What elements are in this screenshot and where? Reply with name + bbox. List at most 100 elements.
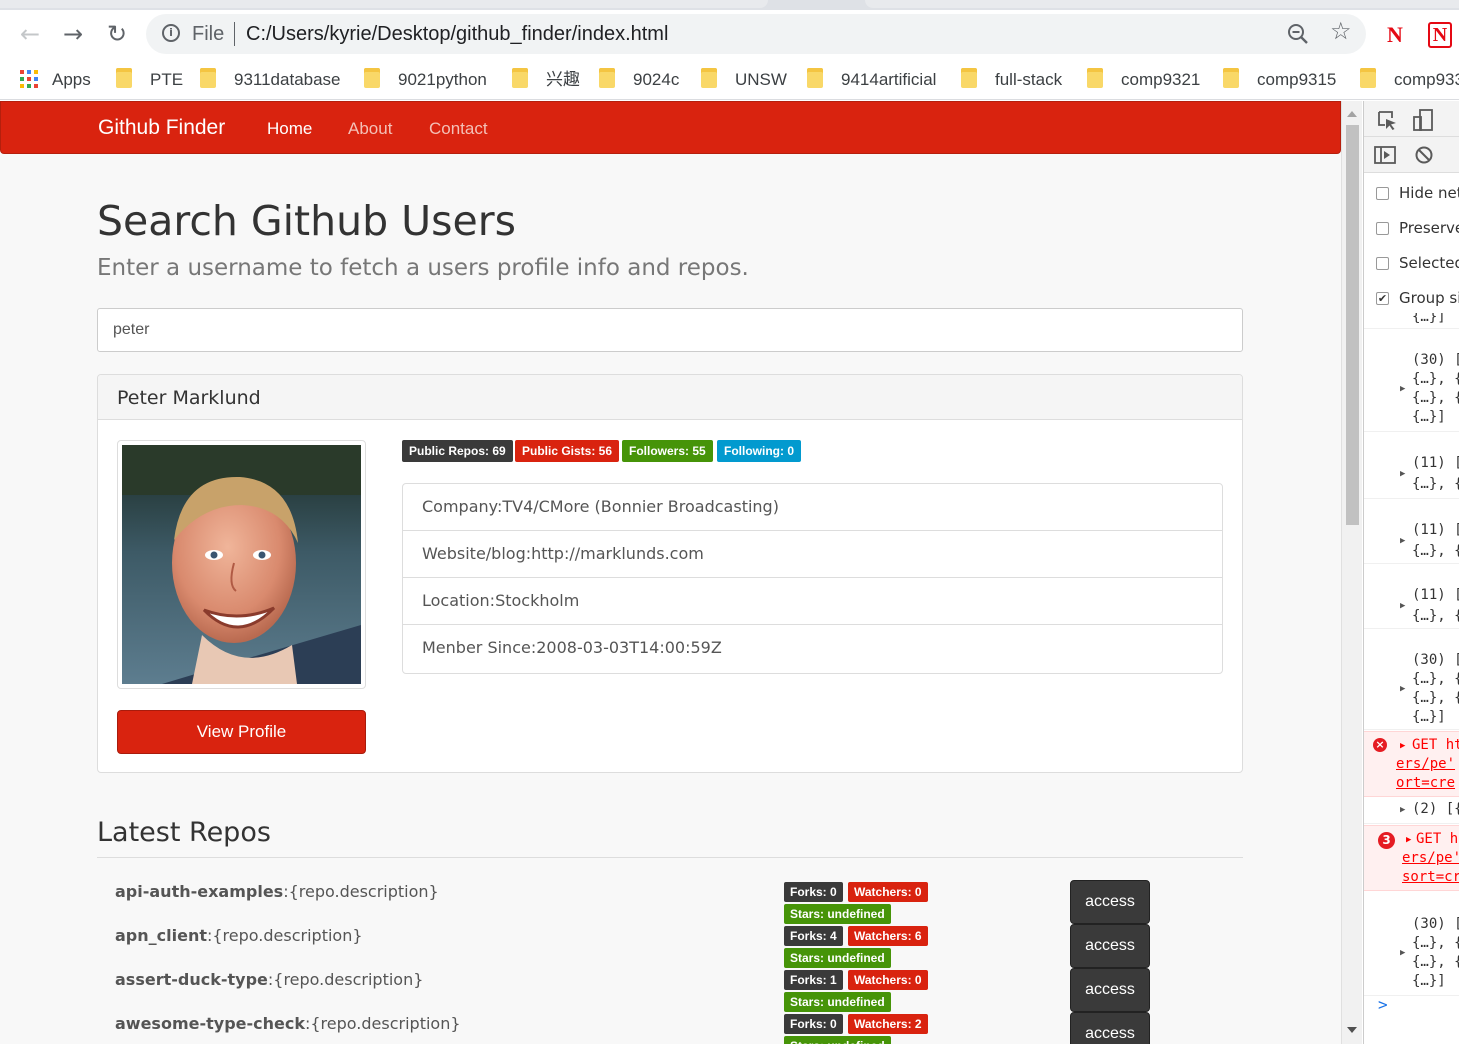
access-button[interactable]: access (1070, 1012, 1150, 1044)
scroll-up-arrow-icon[interactable] (1347, 111, 1357, 117)
log-text: GET ht (1412, 737, 1459, 753)
avatar (122, 445, 361, 684)
group-similar-option[interactable]: ✔ Group si (1364, 282, 1459, 317)
devtools-toolbar (1364, 101, 1459, 137)
followers-badge: Followers: 55 (622, 440, 713, 462)
bookmark-label: PTE (150, 70, 184, 89)
folder-icon (701, 68, 717, 88)
url-text[interactable]: C:/Users/kyrie/Desktop/github_finder/ind… (246, 23, 668, 46)
reload-icon[interactable]: ↻ (101, 20, 133, 50)
console-entry[interactable]: ▶ (11) [ {…}, { (1364, 500, 1459, 564)
log-link[interactable]: ort=cre (1396, 775, 1455, 791)
repo-name: apn_client (115, 926, 207, 945)
netflix-extension-icon[interactable]: N (1384, 22, 1406, 48)
log-text: {…}, { (1412, 671, 1459, 687)
bookmark-folder[interactable]: 兴趣 (512, 67, 580, 93)
panel-heading: Peter Marklund (98, 375, 1242, 420)
address-bar[interactable]: i File C:/Users/kyrie/Desktop/github_fin… (146, 14, 1366, 54)
inspect-element-icon[interactable] (1376, 109, 1398, 131)
repo-title: apn_client:{repo.description} (115, 926, 363, 945)
folder-icon (200, 68, 216, 88)
expand-triangle-icon[interactable]: ▶ (1400, 536, 1405, 546)
expand-triangle-icon[interactable]: ▶ (1400, 384, 1405, 394)
clear-console-icon[interactable] (1414, 145, 1434, 165)
nav-link-about[interactable]: About (348, 119, 392, 139)
console-entry[interactable]: ▶ (2) [{ (1364, 798, 1459, 824)
browser-tab[interactable] (865, 0, 1459, 8)
folder-icon (512, 68, 528, 88)
bookmark-folder[interactable]: comp9321 (1087, 67, 1200, 93)
preserve-log-option[interactable]: Preserve (1364, 212, 1459, 247)
bookmark-label: full-stack (995, 70, 1063, 89)
info-icon[interactable]: i (162, 24, 180, 42)
repo-row: api-auth-examples:{repo.description} For… (0, 874, 1341, 924)
bookmark-folder[interactable]: 9024c (599, 67, 679, 93)
console-prompt[interactable]: > (1378, 995, 1388, 1014)
console-entry[interactable]: ▶ (30) [ {…}, { {…}, { {…}] (1364, 330, 1459, 432)
back-arrow-icon[interactable]: ← (14, 20, 46, 50)
bookmarks-bar: Apps PTE 9311database 9021python 兴趣 9024… (0, 60, 1459, 100)
bookmark-label: comp9315 (1257, 70, 1337, 89)
log-text: {…}, { (1412, 371, 1459, 387)
repo-description: :{repo.description} (283, 882, 439, 901)
nav-link-contact[interactable]: Contact (429, 119, 488, 139)
nav-link-home[interactable]: Home (267, 119, 312, 139)
bookmark-folder[interactable]: 9311database (200, 67, 341, 93)
checkbox[interactable] (1376, 222, 1389, 235)
profile-info-list: Company:TV4/CMore (Bonnier Broadcasting)… (402, 483, 1223, 674)
bookmark-folder[interactable]: comp933 (1360, 67, 1459, 93)
console-error-entry[interactable]: × ▶ GET ht ers/pe' ort=cre (1364, 731, 1459, 797)
repo-row: awesome-type-check:{repo.description} Fo… (0, 1006, 1341, 1044)
log-link[interactable]: sort=cr (1402, 869, 1459, 885)
folder-icon (807, 68, 823, 88)
device-toggle-icon[interactable] (1412, 108, 1434, 132)
bookmark-folder[interactable]: UNSW (701, 67, 787, 93)
console-entry[interactable]: ▶ (11) [ {…}, { (1364, 433, 1459, 499)
app-navbar: Github Finder Home About Contact (0, 101, 1341, 154)
console-entry[interactable]: ▶ (11) [ {…}, { (1364, 565, 1459, 629)
checkbox[interactable] (1376, 257, 1389, 270)
bookmark-folder[interactable]: 9021python (364, 67, 487, 93)
hide-network-option[interactable]: Hide net (1364, 177, 1459, 212)
console-entry[interactable]: ▶ (30) [ {…}, { {…}, { {…}] (1364, 892, 1459, 996)
tab-strip (0, 0, 1459, 10)
forward-arrow-icon[interactable]: → (57, 20, 89, 50)
scroll-down-arrow-icon[interactable] (1347, 1027, 1357, 1033)
scrollbar-thumb[interactable] (1346, 125, 1359, 525)
navbar-brand[interactable]: Github Finder (98, 116, 225, 140)
selected-context-option[interactable]: Selected (1364, 247, 1459, 282)
bookmark-folder[interactable]: PTE (116, 67, 183, 93)
search-input[interactable] (97, 308, 1243, 352)
sidebar-toggle-icon[interactable] (1374, 145, 1396, 165)
log-link[interactable]: ers/pe' (1402, 850, 1459, 866)
console-entry[interactable]: ▶ (30) [ {…}, { {…}, { {…}] (1364, 630, 1459, 730)
checkbox[interactable] (1376, 187, 1389, 200)
page-scrollbar[interactable] (1341, 101, 1362, 1044)
devtools-console: Hide net Preserve Selected ✔ Group si {…}… (1363, 101, 1459, 1044)
log-link[interactable]: ers/pe' (1396, 756, 1455, 772)
expand-triangle-icon[interactable]: ▶ (1400, 741, 1405, 751)
log-text: GET h (1416, 831, 1459, 847)
browser-tab[interactable] (0, 0, 768, 8)
view-profile-button[interactable]: View Profile (117, 710, 366, 754)
bookmark-apps[interactable]: Apps (20, 67, 91, 93)
following-badge: Following: 0 (717, 440, 801, 462)
bookmark-label: Apps (52, 70, 91, 89)
bookmark-folder[interactable]: full-stack (961, 67, 1062, 93)
expand-triangle-icon[interactable]: ▶ (1400, 469, 1405, 479)
bookmark-label: 9024c (633, 70, 680, 89)
expand-triangle-icon[interactable]: ▶ (1406, 835, 1411, 845)
console-entry[interactable]: {…}] (1364, 313, 1459, 329)
expand-triangle-icon[interactable]: ▶ (1400, 601, 1405, 611)
expand-triangle-icon[interactable]: ▶ (1400, 805, 1405, 815)
bookmark-folder[interactable]: comp9315 (1223, 67, 1336, 93)
zoom-icon[interactable] (1286, 22, 1310, 46)
bookmark-star-icon[interactable]: ☆ (1330, 17, 1352, 45)
bookmark-folder[interactable]: 9414artificial (807, 67, 936, 93)
log-text: (30) [ (1412, 352, 1459, 368)
netflix-extension-icon[interactable]: N (1428, 22, 1452, 48)
checkbox-checked[interactable]: ✔ (1376, 292, 1389, 305)
console-error-entry[interactable]: 3 ▶ GET h ers/pe' sort=cr (1364, 825, 1459, 891)
expand-triangle-icon[interactable]: ▶ (1400, 948, 1405, 958)
expand-triangle-icon[interactable]: ▶ (1400, 684, 1405, 694)
